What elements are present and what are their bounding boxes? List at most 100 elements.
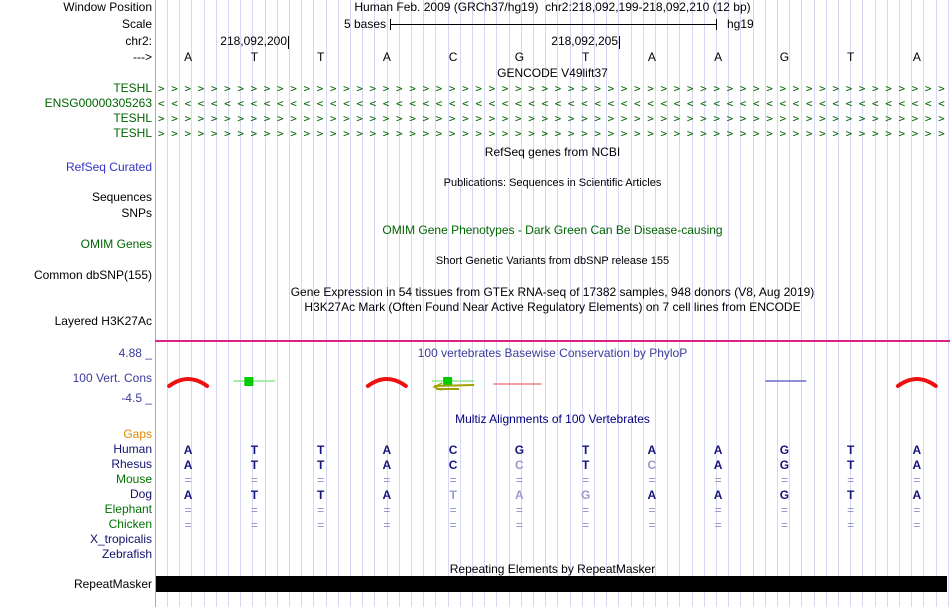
alignment-base: A (647, 443, 657, 457)
repeatmasker-element-bar[interactable] (156, 576, 947, 592)
alignment-base: = (515, 503, 523, 517)
alignment-base: = (648, 518, 656, 532)
scale-ruler-left-tick (390, 19, 391, 30)
alignment-base: A (382, 488, 392, 502)
base-letter: G (514, 50, 525, 64)
alignment-base: A (382, 443, 392, 457)
species-label[interactable]: Human (0, 443, 152, 456)
alignment-base: T (449, 488, 457, 502)
species-label[interactable]: Elephant (0, 503, 152, 516)
alignment-base: A (382, 458, 392, 472)
alignment-base: T (316, 488, 325, 502)
refseq-curated-label[interactable]: RefSeq Curated (0, 161, 152, 174)
alignment-base: A (713, 443, 723, 457)
gene-label[interactable]: TESHL (0, 112, 152, 125)
base-letter: C (448, 50, 458, 64)
alignment-base: A (912, 443, 922, 457)
alignment-base: T (846, 458, 855, 472)
gencode-track-title: GENCODE V49lift37 (497, 66, 608, 80)
species-label[interactable]: Dog (0, 488, 152, 501)
alignment-base: = (582, 473, 590, 487)
base-letter: T (581, 50, 590, 64)
window-position-label: Window Position (63, 0, 152, 14)
alignment-base: G (779, 488, 790, 502)
alignment-base: = (648, 473, 656, 487)
gene-label[interactable]: ENSG00000305263 (0, 97, 152, 110)
gene-label[interactable]: TESHL (0, 127, 152, 140)
alignment-base: = (847, 473, 855, 487)
gene-strand-arrows[interactable]: >>>>>>>>>>>>>>>>>>>>>>>>>>>>>>>>>>>>>>>>… (158, 82, 947, 96)
alignment-base: T (846, 443, 855, 457)
gene-strand-arrows[interactable]: >>>>>>>>>>>>>>>>>>>>>>>>>>>>>>>>>>>>>>>>… (158, 127, 947, 141)
alignment-base: = (780, 473, 788, 487)
alignment-base: = (184, 518, 192, 532)
dbsnp-track-title: Short Genetic Variants from dbSNP releas… (435, 255, 670, 267)
genome-browser-image: Window Position Human Feb. 2009 (GRCh37/… (0, 0, 950, 607)
common-dbsnp-label[interactable]: Common dbSNP(155) (0, 269, 152, 282)
alignment-base: C (448, 443, 458, 457)
alignment-base: A (647, 488, 657, 502)
alignment-base: G (779, 458, 790, 472)
alignment-base: = (780, 503, 788, 517)
alignment-base: G (779, 443, 790, 457)
alignment-base: = (250, 503, 258, 517)
alignment-base: T (250, 458, 259, 472)
position-text: chr2:218,092,199-218,092,210 (12 bp) (545, 0, 751, 14)
species-label[interactable]: Chicken (0, 518, 152, 531)
alignment-base: = (250, 473, 258, 487)
gene-strand-arrows[interactable]: <<<<<<<<<<<<<<<<<<<<<<<<<<<<<<<<<<<<<<<<… (158, 97, 947, 111)
conservation-scale-min: -4.5 _ (121, 391, 152, 405)
species-label[interactable]: Rhesus (0, 458, 152, 471)
omim-track-title: OMIM Gene Phenotypes - Dark Green Can Be… (382, 223, 723, 237)
alignment-base: A (183, 443, 193, 457)
snps-label[interactable]: SNPs (0, 207, 152, 220)
alignment-base: T (316, 458, 325, 472)
scale-label: Scale (121, 17, 152, 31)
alignment-base: = (714, 503, 722, 517)
base-letter: A (382, 50, 391, 64)
alignment-base: = (913, 518, 921, 532)
alignment-base: = (184, 473, 192, 487)
repeatmasker-label[interactable]: RepeatMasker (0, 578, 152, 591)
species-label[interactable]: Zebrafish (0, 548, 152, 561)
multiz-track-title: Multiz Alignments of 100 Vertebrates (455, 412, 650, 426)
alignment-base: = (449, 518, 457, 532)
gene-label[interactable]: TESHL (0, 82, 152, 95)
layered-h3k27ac-label[interactable]: Layered H3K27Ac (0, 315, 152, 328)
repeatmasker-track-title: Repeating Elements by RepeatMasker (449, 562, 656, 576)
ruler-tick-mark-2 (619, 36, 620, 49)
base-letter: G (779, 50, 790, 64)
species-label[interactable]: Mouse (0, 473, 152, 486)
chrom-label: chr2: (125, 34, 152, 48)
window-position-value: Human Feb. 2009 (GRCh37/hg19) chr2:218,0… (155, 1, 950, 14)
sequences-label[interactable]: Sequences (0, 191, 152, 204)
conservation-track-label[interactable]: 100 Vert. Cons (0, 372, 152, 385)
h3k27ac-baseline-rule (155, 340, 950, 342)
ruler-tick-mark-1 (288, 36, 289, 49)
alignment-base: T (316, 443, 325, 457)
alignment-base: = (449, 473, 457, 487)
species-label[interactable]: X_tropicalis (0, 533, 152, 546)
species-label[interactable]: Gaps (0, 428, 152, 441)
scale-value: 5 bases (343, 17, 386, 31)
omim-genes-label[interactable]: OMIM Genes (0, 238, 152, 251)
alignment-base: = (184, 503, 192, 517)
base-letter: T (316, 50, 325, 64)
alignment-base: A (515, 488, 524, 502)
gene-strand-arrows[interactable]: >>>>>>>>>>>>>>>>>>>>>>>>>>>>>>>>>>>>>>>>… (158, 112, 947, 126)
alignment-base: G (580, 488, 591, 502)
gtex-track-title: Gene Expression in 54 tissues from GTEx … (290, 285, 815, 299)
ruler-tick-label-2: 218,092,205 (551, 34, 618, 48)
alignment-base: = (383, 503, 391, 517)
alignment-base: = (383, 518, 391, 532)
alignment-base: = (847, 503, 855, 517)
conservation-track-title: 100 vertebrates Basewise Conservation by… (417, 346, 688, 360)
alignment-base: = (449, 503, 457, 517)
base-letter: A (714, 50, 723, 64)
base-letter: A (184, 50, 193, 64)
assembly-text: Human Feb. 2009 (GRCh37/hg19) (354, 0, 539, 14)
h3k27ac-track-title: H3K27Ac Mark (Often Found Near Active Re… (304, 300, 801, 314)
publications-track-title: Publications: Sequences in Scientific Ar… (443, 177, 662, 189)
alignment-base: = (648, 503, 656, 517)
alignment-base: = (913, 503, 921, 517)
